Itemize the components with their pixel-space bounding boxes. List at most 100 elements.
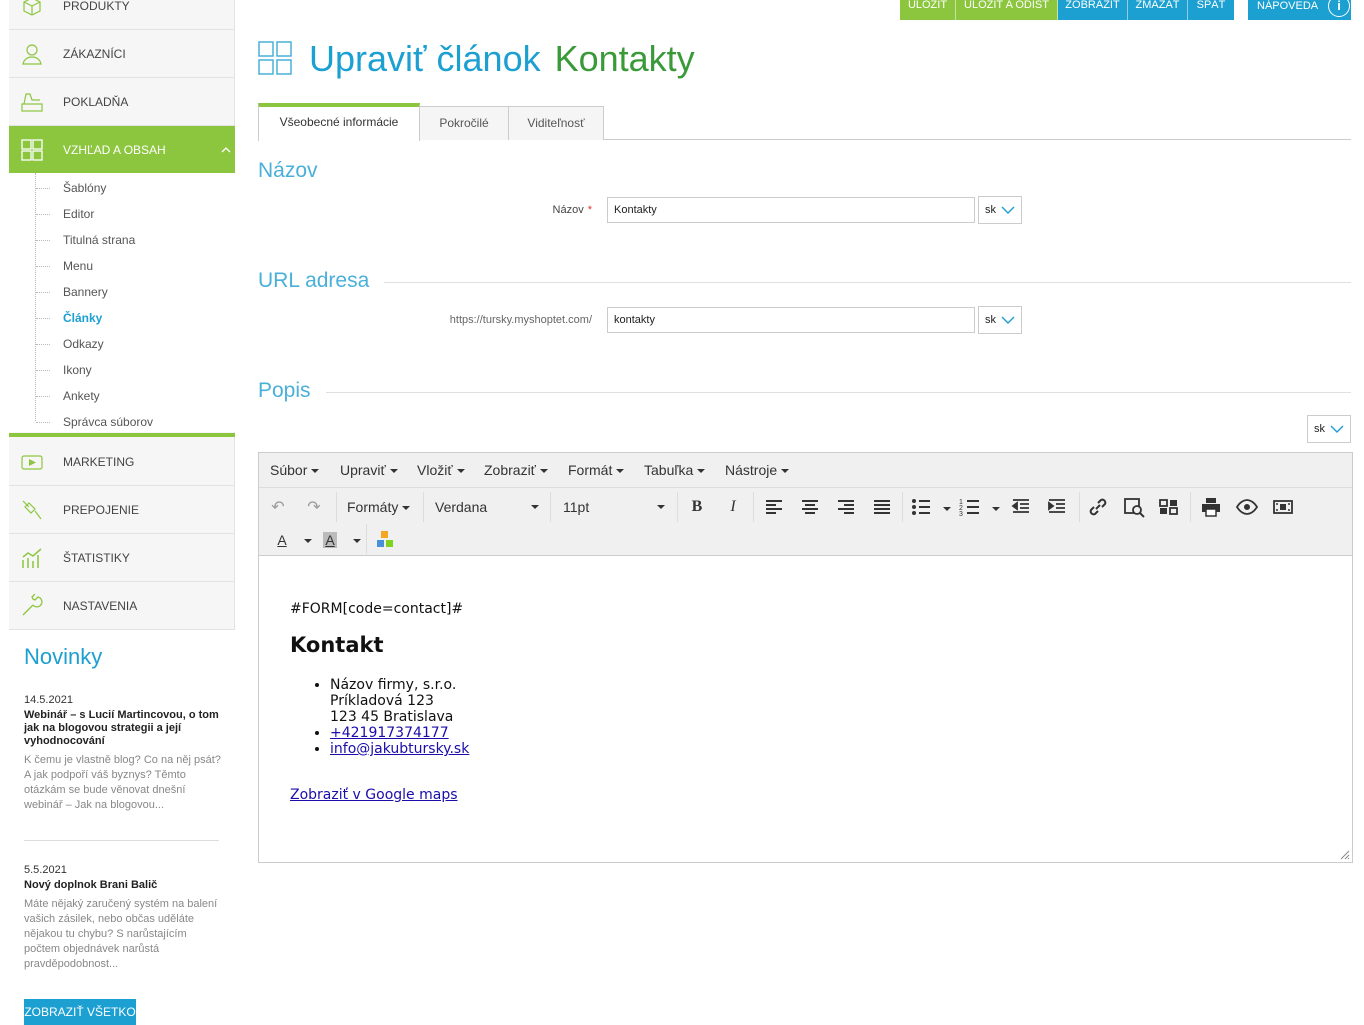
background-color-icon[interactable]: A xyxy=(318,528,342,552)
image-search-icon[interactable] xyxy=(1122,495,1146,519)
shapes-icon[interactable] xyxy=(373,528,397,552)
menu-file[interactable]: Súbor xyxy=(270,453,320,488)
align-center-icon[interactable] xyxy=(798,495,822,519)
google-maps-link[interactable]: Zobraziť v Google maps xyxy=(290,787,458,803)
show-all-news-button[interactable]: ZOBRAZIŤ VŠETKO xyxy=(24,999,136,1025)
caret-icon[interactable] xyxy=(353,539,361,543)
align-right-icon[interactable] xyxy=(834,495,858,519)
caret-icon[interactable] xyxy=(943,507,951,511)
align-justify-icon[interactable] xyxy=(870,495,894,519)
sidebar-item-products[interactable]: PRODUKTY xyxy=(9,0,235,30)
email-link[interactable]: info@jakubtursky.sk xyxy=(330,741,469,757)
bullet-list-icon[interactable] xyxy=(909,495,933,519)
page-subtitle: Kontakty xyxy=(554,38,695,79)
submenu-item-label: Ankety xyxy=(63,389,100,403)
text-color-icon[interactable]: A xyxy=(270,528,294,552)
submenu-item-menu[interactable]: Menu xyxy=(36,259,94,273)
menu-edit[interactable]: Upraviť xyxy=(340,453,398,488)
name-input[interactable]: Kontakty xyxy=(607,197,975,223)
save-button[interactable]: ULOŽIŤ xyxy=(900,0,956,20)
help-button[interactable]: NÁPOVEDA i xyxy=(1248,0,1351,20)
media-icon[interactable] xyxy=(1271,495,1295,519)
toolbar-separator xyxy=(1190,492,1191,522)
menu-insert[interactable]: Vložiť xyxy=(417,453,465,488)
description-lang-select[interactable]: sk xyxy=(1307,415,1351,443)
grid-icon xyxy=(258,41,292,75)
show-button[interactable]: ZOBRAZIŤ xyxy=(1058,0,1128,20)
user-icon xyxy=(22,44,42,65)
sidebar-item-statistics[interactable]: ŠTATISTIKY xyxy=(9,534,235,582)
sidebar-item-label: ŠTATISTIKY xyxy=(63,551,130,565)
sidebar-item-customers[interactable]: ZÁKAZNÍCI xyxy=(9,30,235,78)
sidebar-item-label: MARKETING xyxy=(63,455,135,469)
menu-tools[interactable]: Nástroje xyxy=(725,453,790,488)
submenu-item-banners[interactable]: Bannery xyxy=(36,285,108,299)
submenu-item-templates[interactable]: Šablóny xyxy=(36,181,106,195)
sidebar-item-settings[interactable]: NASTAVENIA xyxy=(9,582,235,630)
submenu-item-file-manager[interactable]: Správca súborov xyxy=(36,415,153,429)
caret-icon xyxy=(616,469,625,474)
editor-content[interactable]: #FORM[code=contact]# Kontakt Názov firmy… xyxy=(260,557,1351,862)
url-input[interactable]: kontakty xyxy=(607,307,975,333)
undo-icon[interactable]: ↶ xyxy=(266,495,290,519)
svg-text:3: 3 xyxy=(959,511,963,518)
redo-icon[interactable]: ↷ xyxy=(302,495,326,519)
menu-format[interactable]: Formát xyxy=(568,453,625,488)
submenu-item-homepage[interactable]: Titulná strana xyxy=(36,233,136,247)
numbered-list-icon[interactable]: 123 xyxy=(958,495,982,519)
widget-grid-icon[interactable] xyxy=(1157,495,1181,519)
tab-visibility[interactable]: Viditeľnosť xyxy=(508,106,604,140)
outdent-icon[interactable] xyxy=(1009,495,1033,519)
save-and-leave-button[interactable]: ULOŽIŤ A ODÍSŤ xyxy=(956,0,1058,20)
news-title[interactable]: Webinář – s Lucií Martincovou, o tom jak… xyxy=(24,709,224,748)
page-title: Upraviť článok Kontakty xyxy=(309,38,695,80)
name-lang-select[interactable]: sk xyxy=(978,196,1022,224)
italic-icon[interactable]: I xyxy=(721,495,745,519)
submenu-item-polls[interactable]: Ankety xyxy=(36,389,100,403)
sidebar-item-appearance[interactable]: VZHĽAD A OBSAH xyxy=(9,126,235,174)
section-divider xyxy=(326,392,1351,393)
preview-eye-icon[interactable] xyxy=(1235,495,1259,519)
tab-advanced[interactable]: Pokročilé xyxy=(419,106,509,140)
submenu-item-links[interactable]: Odkazy xyxy=(36,337,104,351)
back-button[interactable]: SPÄŤ xyxy=(1188,0,1234,20)
delete-button[interactable]: ZMAZAŤ xyxy=(1128,0,1188,20)
menu-table[interactable]: Tabuľka xyxy=(644,453,706,488)
font-size-select[interactable]: 11pt xyxy=(563,492,665,522)
menu-label: Zobraziť xyxy=(484,462,536,478)
sidebar-item-integration[interactable]: PREPOJENIE xyxy=(9,486,235,534)
menu-view[interactable]: Zobraziť xyxy=(484,453,548,488)
sidebar-item-checkout[interactable]: POKLADŇA xyxy=(9,78,235,126)
submenu-item-label: Titulná strana xyxy=(63,233,136,247)
resize-handle-icon[interactable] xyxy=(1340,850,1350,860)
caret-icon[interactable] xyxy=(304,539,312,543)
menu-label: Formát xyxy=(568,462,613,478)
url-lang-select[interactable]: sk xyxy=(978,306,1022,334)
sidebar-item-marketing[interactable]: MARKETING xyxy=(9,438,235,486)
caret-icon xyxy=(531,505,539,509)
indent-icon[interactable] xyxy=(1045,495,1069,519)
font-family-select[interactable]: Verdana xyxy=(435,492,541,522)
link-icon[interactable] xyxy=(1086,495,1110,519)
news-title[interactable]: Nový doplnok Brani Balič xyxy=(24,879,224,892)
print-icon[interactable] xyxy=(1199,495,1223,519)
menu-label: Vložiť xyxy=(417,462,453,478)
submenu-item-editor[interactable]: Editor xyxy=(36,207,94,221)
phone-link[interactable]: +421917374177 xyxy=(330,725,449,741)
submenu-item-articles[interactable]: Články xyxy=(36,311,102,325)
section-divider xyxy=(384,282,1351,283)
menu-label: Tabuľka xyxy=(644,462,694,478)
address-line: Názov firmy, s.r.o. xyxy=(330,677,457,693)
submenu-item-icons[interactable]: Ikony xyxy=(36,363,92,377)
caret-icon xyxy=(539,469,548,474)
align-left-icon[interactable] xyxy=(762,495,786,519)
bold-icon[interactable]: B xyxy=(685,495,709,519)
highlight-swatch: A xyxy=(323,532,337,548)
formats-select[interactable]: Formáty xyxy=(347,492,413,522)
submenu-item-label: Menu xyxy=(63,259,94,273)
chevron-up-icon xyxy=(221,147,231,153)
tab-general[interactable]: Všeobecné informácie xyxy=(258,103,420,141)
news-text: Máte nějaký zaručený systém na balení va… xyxy=(24,898,218,970)
caret-icon xyxy=(657,505,665,509)
caret-icon[interactable] xyxy=(992,507,1000,511)
